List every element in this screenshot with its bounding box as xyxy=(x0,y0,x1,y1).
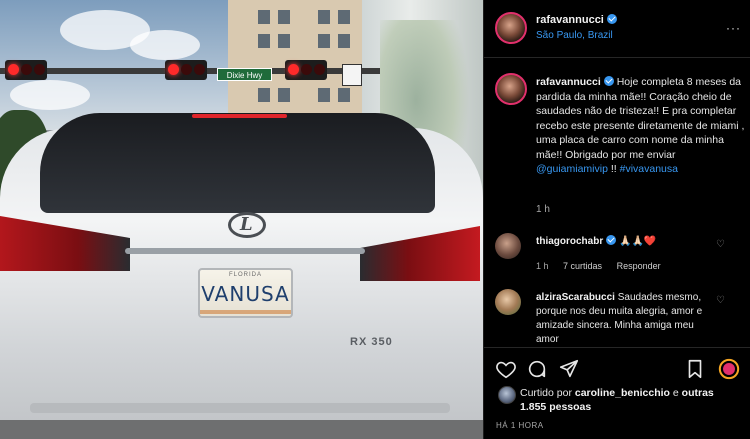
post-photo[interactable]: Dixie Hwy FLORIDA VANUSA RX 350 xyxy=(0,0,483,439)
photo-road xyxy=(0,420,483,439)
comment-like-icon[interactable]: ♡ xyxy=(716,239,725,250)
license-plate-state: FLORIDA xyxy=(228,272,262,278)
liked-by-user[interactable]: caroline_benicchio xyxy=(575,387,670,399)
comment-body: alziraScarabucci Saudades mesmo, porque … xyxy=(536,291,716,347)
verified-badge-icon xyxy=(603,76,614,86)
traffic-light xyxy=(5,60,47,80)
caption-separator: !! xyxy=(607,163,620,175)
post-time-ago: HÁ 1 HORA xyxy=(496,421,544,430)
comment-time: 1 h xyxy=(536,261,549,271)
comment-meta: 1 h 7 curtidas Responder xyxy=(536,261,673,271)
author-avatar[interactable] xyxy=(495,12,527,44)
comment-reply-button[interactable]: Responder xyxy=(617,261,661,271)
comment-username[interactable]: alziraScarabucci xyxy=(536,292,615,303)
liked-by-avatar[interactable] xyxy=(498,386,516,404)
liked-by-and: e xyxy=(669,387,682,399)
story-ring-icon[interactable] xyxy=(718,358,740,380)
comment-body: thiagorochabr 🙏🏻🙏🏻❤️ xyxy=(536,235,716,249)
share-send-icon[interactable] xyxy=(558,358,580,380)
traffic-light xyxy=(285,60,327,80)
liked-by-prefix: Curtido por xyxy=(520,387,575,399)
photo-car: FLORIDA VANUSA RX 350 xyxy=(0,108,483,439)
caption-body: Hoje completa 8 meses da pardida da minh… xyxy=(536,76,745,161)
license-plate: FLORIDA VANUSA xyxy=(198,268,293,318)
like-heart-icon[interactable] xyxy=(495,358,517,380)
caption-username[interactable]: rafavannucci xyxy=(536,76,601,88)
street-sign: Dixie Hwy xyxy=(217,68,272,81)
comment-username[interactable]: thiagorochabr xyxy=(536,236,603,247)
post-header: rafavannucci São Paulo, Brazil ··· xyxy=(484,0,750,58)
caption-time: 1 h xyxy=(536,204,550,215)
traffic-sign xyxy=(342,64,362,86)
liked-by-text: Curtido por caroline_benicchio e outras … xyxy=(520,386,720,414)
photo-cloud xyxy=(10,80,90,110)
traffic-light xyxy=(165,60,207,80)
comments-section[interactable]: rafavannucci Hoje completa 8 meses da pa… xyxy=(484,59,750,347)
license-plate-stripe xyxy=(200,310,291,314)
caption-hashtag[interactable]: #vivavanusa xyxy=(620,163,678,175)
post-location[interactable]: São Paulo, Brazil xyxy=(536,30,613,41)
verified-badge-icon xyxy=(606,235,617,245)
comment-likes[interactable]: 7 curtidas xyxy=(563,261,602,271)
car-brake-light xyxy=(192,114,287,118)
verified-badge-icon xyxy=(606,14,617,24)
comment-like-icon[interactable]: ♡ xyxy=(716,295,725,306)
author-username[interactable]: rafavannucci xyxy=(536,14,604,26)
car-rear-window xyxy=(40,113,435,213)
caption-author-avatar[interactable] xyxy=(495,73,527,105)
car-bumper xyxy=(30,403,450,413)
commenter-avatar[interactable] xyxy=(495,233,521,259)
car-trim xyxy=(125,248,365,254)
comment-bubble-icon[interactable] xyxy=(526,358,548,380)
photo-cloud xyxy=(130,30,200,60)
author-username-row: rafavannucci xyxy=(536,14,617,26)
commenter-avatar[interactable] xyxy=(495,289,521,315)
post-sidebar: rafavannucci São Paulo, Brazil ··· rafav… xyxy=(483,0,750,439)
comment-text: 🙏🏻🙏🏻❤️ xyxy=(619,236,657,247)
car-model-badge: RX 350 xyxy=(350,336,393,348)
more-options-icon[interactable]: ··· xyxy=(726,21,741,35)
car-logo-icon xyxy=(228,212,266,238)
license-plate-text: VANUSA xyxy=(201,282,290,306)
caption-text: rafavannucci Hoje completa 8 meses da pa… xyxy=(536,75,746,177)
save-bookmark-icon[interactable] xyxy=(684,358,706,380)
caption-mention[interactable]: @guiamiamivip xyxy=(536,163,608,175)
